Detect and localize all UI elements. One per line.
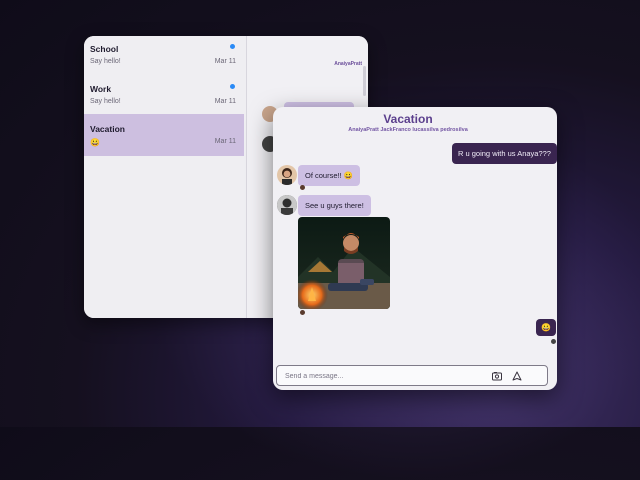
message-input[interactable]	[283, 369, 477, 383]
conversation-date: Mar 11	[214, 98, 236, 105]
back-chat-members: AnaiyaPratt	[334, 61, 362, 67]
chat-members: AnaiyaPratt JackFranco lucassilva pedros…	[348, 127, 468, 133]
message-incoming: Of course!! 😀	[298, 165, 361, 186]
conversation-item-vacation[interactable]: Vacation 😀 Mar 11	[84, 114, 244, 156]
conversation-item-school[interactable]: School Say hello! Mar 11	[84, 36, 244, 78]
conversation-preview: 😀	[90, 138, 100, 147]
send-icon[interactable]	[511, 369, 523, 381]
message-outgoing: 😀	[536, 319, 556, 336]
conversation-preview: Say hello!	[90, 98, 121, 105]
image-icon[interactable]	[491, 369, 503, 381]
read-receipt-avatar	[300, 310, 305, 315]
conversation-date: Mar 11	[214, 58, 236, 65]
message-outgoing: R u going with us Anaya???	[452, 143, 557, 164]
read-receipt-avatar	[551, 339, 556, 344]
conversation-sidebar: School Say hello! Mar 11 Work Say hello!…	[84, 36, 247, 318]
man-avatar-icon	[277, 195, 297, 215]
message-composer	[276, 365, 548, 386]
chat-window: Vacation AnaiyaPratt JackFranco lucassil…	[273, 107, 557, 390]
conversation-title: School	[90, 44, 119, 54]
back-scrollbar[interactable]	[363, 66, 366, 96]
conversation-date: Mar 11	[214, 138, 236, 145]
chat-title: Vacation	[383, 112, 433, 126]
conversation-title: Vacation	[90, 124, 125, 134]
read-receipt-avatar	[300, 185, 305, 190]
conversation-title: Work	[90, 84, 112, 94]
unread-dot	[230, 84, 235, 89]
campfire-photo-icon[interactable]	[298, 217, 390, 309]
conversation-item-work[interactable]: Work Say hello! Mar 11	[84, 76, 244, 118]
message-incoming: See u guys there!	[298, 195, 371, 216]
unread-dot	[230, 44, 235, 49]
conversation-preview: Say hello!	[90, 58, 121, 65]
woman-avatar-icon	[277, 165, 297, 185]
